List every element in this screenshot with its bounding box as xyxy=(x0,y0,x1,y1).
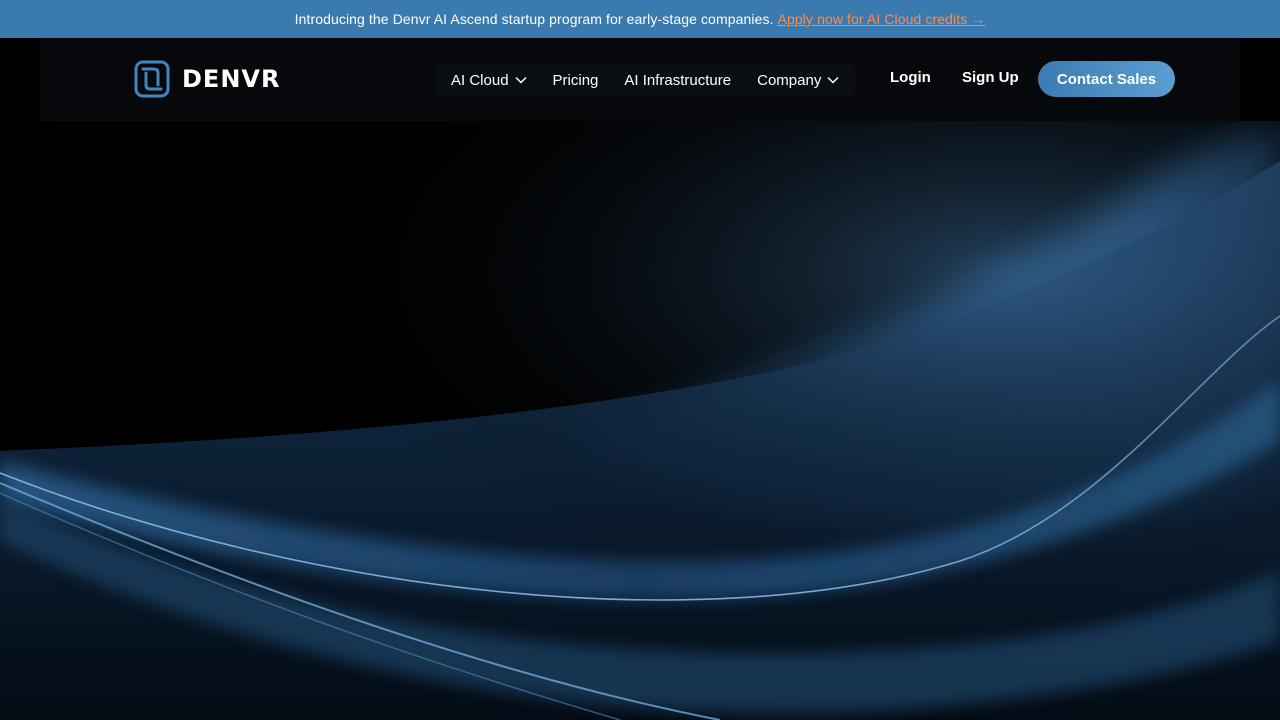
nav-item-ai-infrastructure[interactable]: AI Infrastructure xyxy=(624,72,731,89)
hero-wave-graphic xyxy=(0,121,1280,720)
nav-item-label: Company xyxy=(757,71,822,89)
nav-item-ai-cloud[interactable]: AI Cloud xyxy=(451,72,527,89)
nav-item-pricing[interactable]: Pricing xyxy=(553,72,599,89)
chevron-down-icon xyxy=(827,76,839,84)
chevron-down-icon xyxy=(515,76,527,84)
contact-sales-button[interactable]: Contact Sales xyxy=(1038,61,1175,97)
announcement-bar: Introducing the Denvr AI Ascend startup … xyxy=(0,0,1280,38)
login-link[interactable]: Login xyxy=(890,69,931,86)
signup-link[interactable]: Sign Up xyxy=(962,69,1019,86)
nav-item-label: AI Infrastructure xyxy=(624,71,732,89)
brand-logo[interactable]: DENVR xyxy=(134,60,280,98)
main-nav: AI Cloud Pricing AI Infrastructure Compa… xyxy=(435,63,856,97)
hero-background xyxy=(0,121,1280,720)
nav-item-label: Pricing xyxy=(552,71,599,89)
brand-name: DENVR xyxy=(182,65,281,93)
denvr-logo-icon xyxy=(134,60,170,98)
announcement-link[interactable]: Apply now for AI Cloud credits → xyxy=(778,11,986,27)
nav-item-company[interactable]: Company xyxy=(757,72,839,89)
nav-item-label: AI Cloud xyxy=(451,71,509,89)
announcement-text: Introducing the Denvr AI Ascend startup … xyxy=(294,11,774,27)
site-header: DENVR AI Cloud Pricing AI Infrastructure… xyxy=(40,38,1240,121)
